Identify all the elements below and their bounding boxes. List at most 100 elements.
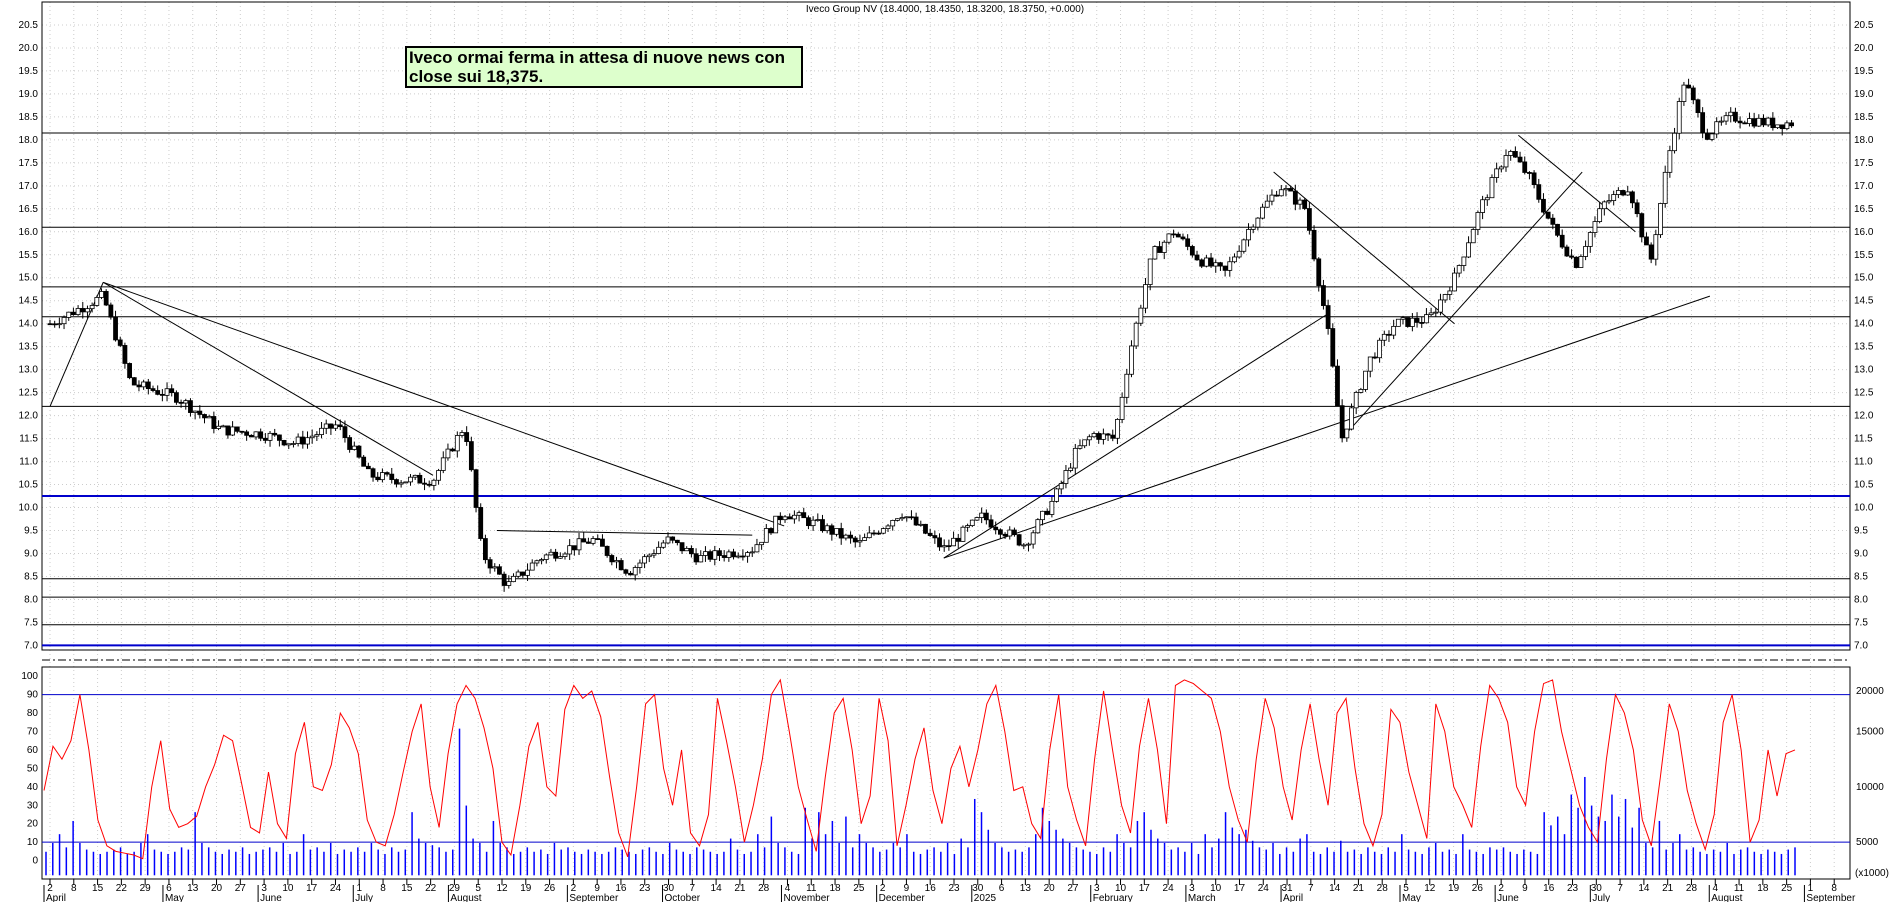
candle-body — [253, 431, 259, 438]
oscillator-tick-label: 90 — [27, 690, 39, 701]
candle-body — [305, 437, 310, 445]
trend-line — [103, 281, 785, 527]
candle-body — [1653, 234, 1659, 260]
candle-body — [347, 437, 353, 450]
candle-body — [848, 534, 853, 539]
candle-body — [951, 537, 956, 547]
candle-body — [1391, 325, 1397, 336]
month-label: 2025 — [974, 893, 997, 902]
candle-body — [1686, 84, 1691, 89]
day-tick-label: 20 — [211, 883, 223, 894]
day-tick-label: 10 — [282, 883, 294, 894]
day-tick-label: 19 — [1448, 883, 1460, 894]
price-tick-label: 14.0 — [19, 319, 39, 330]
candle-body — [1161, 241, 1167, 253]
candle-body — [1255, 217, 1261, 228]
candle-body — [1676, 101, 1682, 134]
candle-body — [323, 423, 329, 429]
candle-body — [1784, 122, 1790, 130]
candle-body — [454, 435, 460, 452]
candle-body — [1124, 373, 1130, 398]
volume-axis: 5000 10000 15000 20000 — [1856, 686, 1884, 848]
time-axis: 2 8 15 22 29 6 13 20 27 3 10 17 24 1 8 15 22 29 5 12 19 26 2 9 1… — [43, 879, 1856, 902]
day-tick-label: 19 — [520, 883, 532, 894]
candle-body — [1606, 200, 1612, 203]
candle-body — [1658, 203, 1663, 236]
candle-body — [567, 545, 573, 555]
price-tick-label: 19.0 — [1854, 89, 1874, 100]
candle-body — [534, 560, 540, 564]
candle-body — [1353, 392, 1359, 409]
price-tick-label: 20.5 — [19, 20, 39, 31]
candle-body — [1789, 122, 1794, 127]
candle-body — [1461, 256, 1467, 266]
candle-body — [735, 555, 741, 558]
candle-body — [342, 426, 348, 438]
candle-body — [1756, 117, 1762, 127]
candle-body — [375, 476, 381, 481]
candle-body — [1147, 258, 1153, 285]
volume-tick-label: 20000 — [1856, 686, 1884, 697]
candle-body — [1283, 188, 1289, 191]
candle-body — [188, 400, 193, 413]
candle-body — [642, 556, 647, 564]
chart-title: Iveco Group NV (18.4000, 18.4350, 18.320… — [806, 4, 1084, 15]
candle-body — [576, 538, 582, 551]
candle-body — [482, 538, 488, 561]
month-label: September — [1806, 893, 1856, 902]
candle-body — [1395, 318, 1401, 327]
candle-body — [674, 539, 680, 544]
candle-body — [1292, 190, 1298, 205]
price-tick-label: 16.5 — [1854, 204, 1874, 215]
candle-body — [1386, 333, 1392, 336]
candle-body — [1157, 246, 1162, 253]
candle-body — [150, 388, 156, 391]
candle-body — [1662, 171, 1668, 204]
candle-body — [871, 532, 877, 535]
candle-body — [478, 507, 484, 539]
day-tick-label: 14 — [1638, 883, 1650, 894]
candle-body — [688, 547, 694, 555]
day-tick-label: 13 — [187, 883, 199, 894]
candle-body — [1086, 436, 1092, 441]
candle-body — [220, 425, 226, 428]
candle-body — [1723, 115, 1729, 122]
candle-body — [380, 472, 385, 481]
candle-body — [136, 384, 142, 388]
candle-body — [408, 476, 413, 483]
candle-body — [890, 520, 896, 527]
candle-body — [904, 516, 910, 519]
candle-body — [1779, 124, 1785, 130]
candle-body — [768, 528, 774, 534]
candle-body — [417, 474, 423, 484]
candle-body — [272, 432, 278, 436]
candle-body — [1775, 124, 1780, 129]
candle-body — [731, 551, 736, 558]
candle-body — [1695, 99, 1701, 114]
candle-body — [885, 525, 891, 529]
candle-body — [834, 528, 839, 535]
candle-body — [1545, 211, 1551, 219]
candle-body — [197, 410, 203, 415]
price-tick-label: 17.0 — [1854, 181, 1874, 192]
candle-body — [693, 553, 699, 563]
candle-body — [71, 311, 76, 316]
candle-body — [141, 381, 147, 388]
candle-body — [1550, 217, 1556, 225]
month-label: August — [1711, 893, 1742, 902]
candle-body — [1138, 307, 1144, 324]
candle-body — [94, 297, 100, 306]
candle-body — [1381, 333, 1387, 341]
candle-body — [969, 519, 975, 526]
candle-body — [543, 554, 549, 560]
candle-body — [1466, 242, 1471, 258]
candle-body — [1199, 259, 1205, 267]
candle-body — [506, 581, 512, 586]
candle-body — [295, 436, 301, 444]
candle-body — [206, 416, 212, 419]
candle-body — [562, 553, 568, 557]
price-tick-label: 9.5 — [24, 526, 38, 537]
day-tick-label: 22 — [425, 883, 437, 894]
candle-body — [1054, 488, 1059, 502]
price-tick-label: 15.5 — [1854, 250, 1874, 261]
